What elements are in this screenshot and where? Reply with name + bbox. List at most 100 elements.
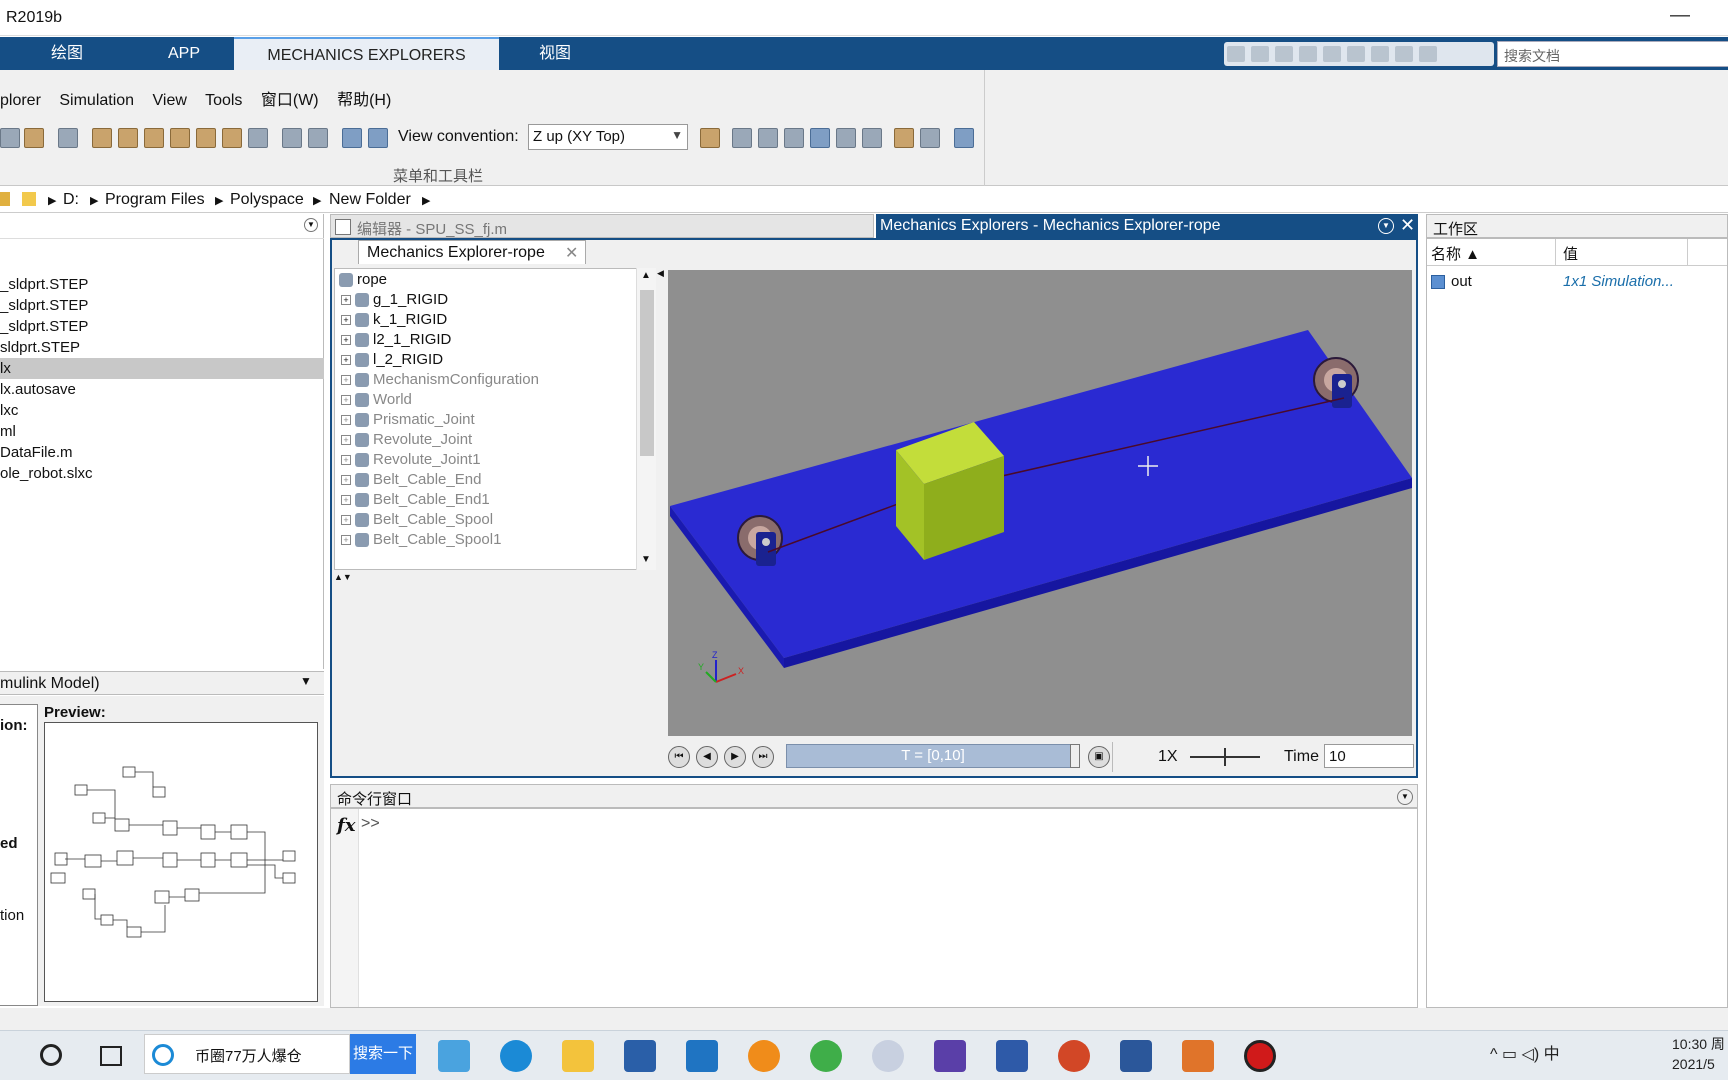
chevron-up-icon[interactable]: ▲: [641, 270, 651, 281]
help-icon[interactable]: [1395, 46, 1413, 62]
editor-tab[interactable]: 编辑器 - SPU_SS_fj.m: [330, 214, 874, 238]
tree-expand-icon[interactable]: [342, 128, 362, 148]
tree-node[interactable]: rope: [335, 269, 387, 291]
tree-node[interactable]: + Prismatic_Joint: [335, 409, 475, 431]
tree-node[interactable]: + MechanismConfiguration: [335, 369, 539, 391]
file-list-item[interactable]: ole_robot.slxc: [0, 463, 324, 484]
pan-icon[interactable]: [810, 128, 830, 148]
layout-four-icon[interactable]: [282, 128, 302, 148]
view-top-icon[interactable]: [196, 128, 216, 148]
tree-node[interactable]: + Revolute_Joint1: [335, 449, 481, 471]
breadcrumb-new-folder[interactable]: New Folder: [329, 191, 411, 209]
browser-icon[interactable]: [810, 1040, 842, 1072]
copy-icon[interactable]: [1275, 46, 1293, 62]
tab-plots[interactable]: 绘图: [0, 37, 134, 70]
redo-icon[interactable]: [1347, 46, 1365, 62]
app-icon[interactable]: [872, 1040, 904, 1072]
file-list-item[interactable]: lxc: [0, 400, 324, 421]
select-arrow-icon[interactable]: [732, 128, 752, 148]
tree-node[interactable]: + Revolute_Joint: [335, 429, 472, 451]
cut-icon[interactable]: [1251, 46, 1269, 62]
file-list-item[interactable]: DataFile.m: [0, 442, 324, 463]
menu-window[interactable]: 窗口(W): [261, 92, 319, 109]
visio-icon[interactable]: [996, 1040, 1028, 1072]
expand-icon[interactable]: +: [341, 535, 351, 546]
tree-node[interactable]: + l2_1_RIGID: [335, 329, 451, 351]
menu-view[interactable]: View: [153, 92, 187, 109]
file-list-item[interactable]: ml: [0, 421, 324, 442]
column-value[interactable]: 值: [1563, 243, 1578, 264]
chevron-down-icon[interactable]: ▼: [641, 554, 651, 565]
3d-viewport[interactable]: Z Y X: [668, 270, 1412, 736]
tree-scrollbar[interactable]: ▲ ▼: [636, 268, 656, 570]
workspace-var-value[interactable]: 1x1 Simulation...: [1563, 273, 1674, 290]
camera-icon[interactable]: [700, 128, 720, 148]
close-icon[interactable]: ✕: [565, 243, 578, 263]
roll-icon[interactable]: [784, 128, 804, 148]
system-tray[interactable]: ^ ▭ ◁) 中: [1490, 1040, 1560, 1064]
paste-icon[interactable]: [1299, 46, 1317, 62]
view-convention-select[interactable]: Z up (XY Top) ▼: [528, 124, 688, 150]
collapse-tree-icon[interactable]: ◀: [657, 268, 664, 279]
tree-node[interactable]: + Belt_Cable_End1: [335, 489, 490, 511]
tree-node[interactable]: + Belt_Cable_Spool: [335, 509, 493, 531]
settings-icon[interactable]: [954, 128, 974, 148]
menu-tools[interactable]: Tools: [205, 92, 242, 109]
close-icon[interactable]: ✕: [1400, 215, 1415, 236]
rotate-icon[interactable]: [758, 128, 778, 148]
tree-node[interactable]: + Belt_Cable_Spool1: [335, 529, 501, 551]
zoom-box-icon[interactable]: [862, 128, 882, 148]
task-view-icon[interactable]: [100, 1046, 122, 1066]
menu-simulation[interactable]: Simulation: [59, 92, 134, 109]
save-icon[interactable]: [1227, 46, 1245, 62]
matlab-icon[interactable]: [1182, 1040, 1214, 1072]
function-browser-icon[interactable]: fx: [337, 815, 355, 836]
store-icon[interactable]: [624, 1040, 656, 1072]
mechanics-explorer-doc-tab[interactable]: Mechanics Explorer-rope ✕: [358, 240, 586, 264]
breadcrumb-polyspace[interactable]: Polyspace: [230, 191, 304, 209]
center-of-mass-icon[interactable]: [920, 128, 940, 148]
minimize-button[interactable]: —: [1670, 4, 1690, 27]
file-list-item[interactable]: _sldprt.STEP: [0, 316, 324, 337]
cortana-icon[interactable]: [40, 1044, 62, 1066]
expand-icon[interactable]: +: [341, 475, 351, 486]
tree-node[interactable]: + l_2_RIGID: [335, 349, 443, 371]
expand-icon[interactable]: +: [341, 355, 351, 366]
menu-help[interactable]: 帮助(H): [337, 92, 391, 109]
file-list-item[interactable]: sldprt.STEP: [0, 337, 324, 358]
file-list-item[interactable]: _sldprt.STEP: [0, 274, 324, 295]
panel-menu-icon[interactable]: ▼: [1378, 218, 1394, 234]
details-header[interactable]: mulink Model) ▼: [0, 671, 324, 695]
command-window[interactable]: fx >>: [330, 808, 1418, 1008]
view-left-icon[interactable]: [144, 128, 164, 148]
clock[interactable]: 10:30 周 2021/5: [1672, 1034, 1725, 1074]
scrollbar-thumb[interactable]: [640, 290, 654, 456]
en-app-icon[interactable]: [934, 1040, 966, 1072]
taskbar-search-input[interactable]: 币圈77万人爆仓: [144, 1034, 350, 1074]
view-back-icon[interactable]: [118, 128, 138, 148]
view-bottom-icon[interactable]: [222, 128, 242, 148]
record-app-icon[interactable]: [1244, 1040, 1276, 1072]
file-list-item[interactable]: lx.autosave: [0, 379, 324, 400]
frames-icon[interactable]: [894, 128, 914, 148]
view-front-icon[interactable]: [92, 128, 112, 148]
expand-icon[interactable]: +: [341, 315, 351, 326]
view-right-icon[interactable]: [170, 128, 190, 148]
step-forward-icon[interactable]: ⏭: [752, 746, 774, 768]
file-list-item[interactable]: _sldprt.STEP: [0, 295, 324, 316]
expand-icon[interactable]: +: [341, 455, 351, 466]
tree-node[interactable]: + g_1_RIGID: [335, 289, 448, 311]
tab-view[interactable]: 视图: [499, 37, 611, 70]
fit-view-icon[interactable]: [58, 128, 78, 148]
word-icon[interactable]: [1120, 1040, 1152, 1072]
expand-icon[interactable]: +: [341, 415, 351, 426]
import-icon[interactable]: [24, 128, 44, 148]
expand-icon[interactable]: +: [341, 395, 351, 406]
folder-icon[interactable]: [562, 1040, 594, 1072]
expand-icon[interactable]: +: [341, 495, 351, 506]
mail-icon[interactable]: [686, 1040, 718, 1072]
zoom-icon[interactable]: [836, 128, 856, 148]
options-icon[interactable]: [1419, 46, 1437, 62]
tab-app[interactable]: APP: [134, 37, 234, 70]
layout-single-icon[interactable]: [308, 128, 328, 148]
